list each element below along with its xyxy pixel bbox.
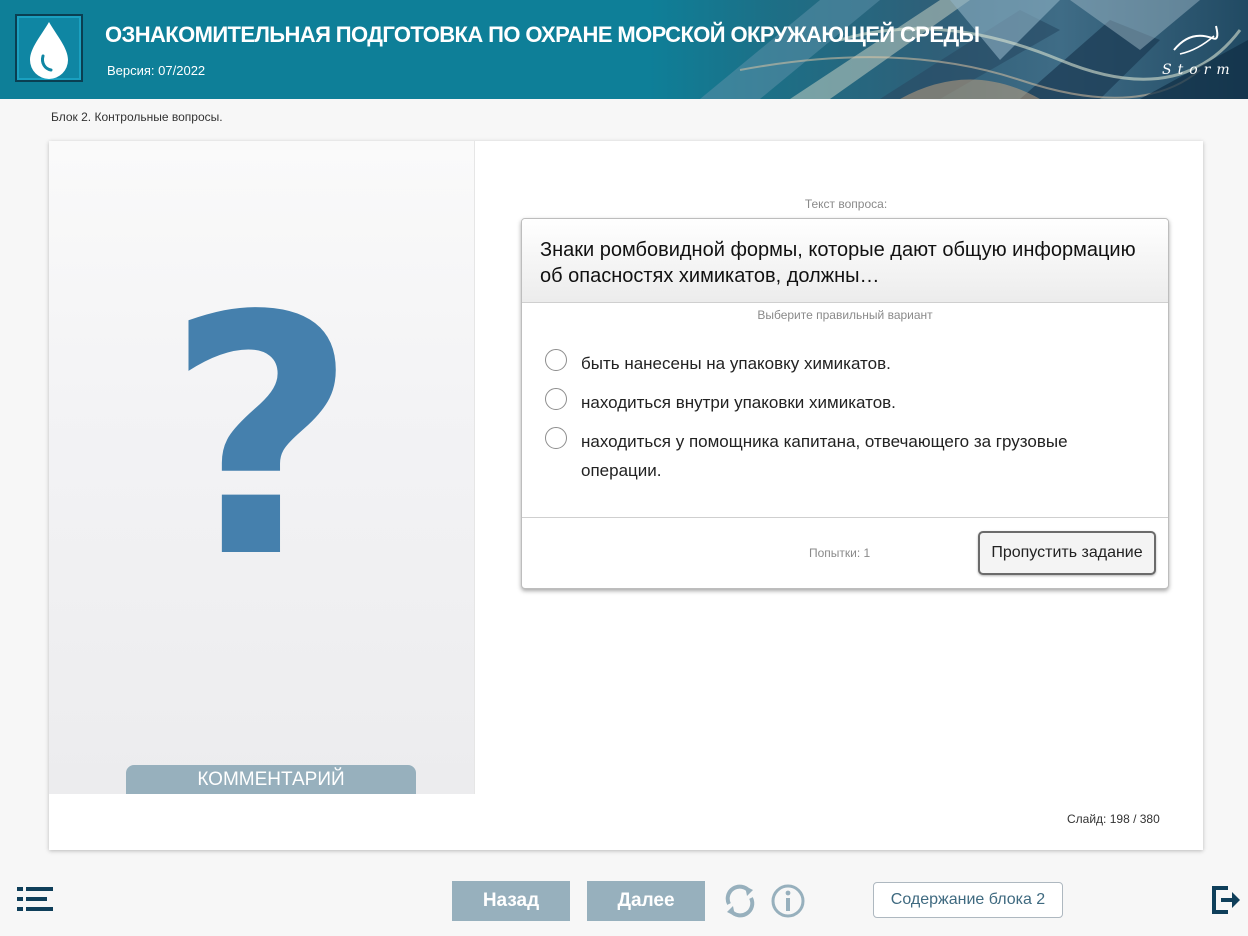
- question-caption: Текст вопроса:: [804, 197, 888, 211]
- answer-option[interactable]: находиться у помощника капитана, отвечаю…: [544, 427, 1144, 485]
- question-mark-illustration: ?: [165, 246, 358, 630]
- slide-card: ? КОММЕНТАРИЙ Текст вопроса: Знаки ромбо…: [49, 141, 1203, 850]
- answer-option[interactable]: быть нанесены на упаковку химикатов.: [544, 349, 1144, 378]
- list-menu-icon[interactable]: [15, 884, 55, 914]
- water-drop-icon: [30, 22, 68, 79]
- back-button[interactable]: Назад: [452, 881, 570, 921]
- question-footer: Попытки: 1 Пропустить задание: [522, 517, 1168, 588]
- block-contents-button[interactable]: Содержание блока 2: [873, 882, 1063, 918]
- attempts-counter: Попытки: 1: [809, 546, 871, 560]
- skip-task-button[interactable]: Пропустить задание: [978, 531, 1156, 575]
- brand-text: Storm: [1162, 62, 1236, 78]
- course-version: Версия: 07/2022: [107, 63, 206, 78]
- radio-button[interactable]: [545, 427, 567, 449]
- exit-icon[interactable]: [1210, 884, 1242, 916]
- header-background-art: [700, 0, 1248, 99]
- question-text: Знаки ромбовидной формы, которые дают об…: [540, 239, 1136, 287]
- info-icon[interactable]: [769, 882, 807, 920]
- answer-options: быть нанесены на упаковку химикатов. нах…: [544, 349, 1144, 498]
- question-header: Знаки ромбовидной формы, которые дают об…: [522, 219, 1168, 303]
- illustration-panel: ? КОММЕНТАРИЙ: [49, 141, 475, 794]
- course-logo: [15, 14, 83, 82]
- answer-option-label: находиться внутри упаковки химикатов.: [581, 393, 896, 412]
- question-hint: Выберите правильный вариант: [757, 308, 933, 322]
- answer-option[interactable]: находиться внутри упаковки химикатов.: [544, 388, 1144, 417]
- radio-button[interactable]: [545, 349, 567, 371]
- answer-option-label: находиться у помощника капитана, отвечаю…: [581, 432, 1068, 480]
- next-button[interactable]: Далее: [587, 881, 705, 921]
- comment-button[interactable]: КОММЕНТАРИЙ: [126, 765, 416, 794]
- question-card: Знаки ромбовидной формы, которые дают об…: [521, 218, 1169, 589]
- reload-icon[interactable]: [721, 882, 759, 920]
- breadcrumb: Блок 2. Контрольные вопросы.: [51, 110, 223, 124]
- app-header: ОЗНАКОМИТЕЛЬНАЯ ПОДГОТОВКА ПО ОХРАНЕ МОР…: [0, 0, 1248, 99]
- answer-option-label: быть нанесены на упаковку химикатов.: [581, 354, 891, 373]
- course-title: ОЗНАКОМИТЕЛЬНАЯ ПОДГОТОВКА ПО ОХРАНЕ МОР…: [105, 22, 980, 47]
- slide-counter: Слайд: 198 / 380: [1067, 812, 1160, 826]
- radio-button[interactable]: [545, 388, 567, 410]
